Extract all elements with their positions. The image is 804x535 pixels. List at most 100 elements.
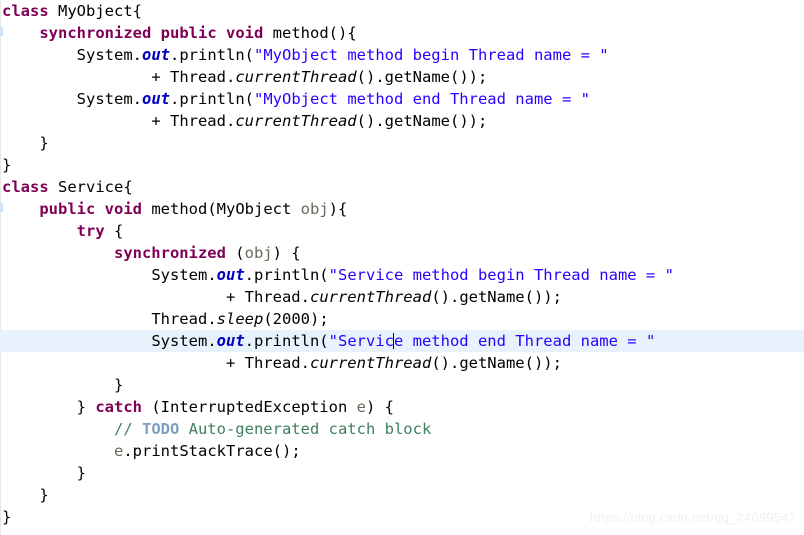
paren-open: (	[225, 244, 245, 262]
static-method-currentthread: currentThread	[309, 354, 432, 372]
method-signature-open: method(	[151, 200, 217, 218]
call-tail: ());	[524, 354, 562, 372]
comment-text: Auto-generated catch block	[179, 420, 432, 438]
dot: .	[207, 266, 217, 284]
method-declaration: method(){	[272, 24, 357, 42]
string-literal: "MyObject method end Thread name = "	[254, 90, 590, 108]
dot: .	[132, 46, 142, 64]
call-tail: ();	[272, 442, 301, 460]
keyword-public: public	[39, 200, 96, 218]
type-thread: Thread	[169, 112, 226, 130]
paren-close-brace: ) {	[272, 244, 301, 262]
method-printstacktrace: printStackTrace	[132, 442, 273, 460]
code-line[interactable]: class Service{	[0, 176, 804, 198]
method-signature-close: ){	[328, 200, 348, 218]
call-close: ().	[356, 112, 385, 130]
brace-open: {	[123, 178, 133, 196]
type-myobject: MyObject	[216, 200, 292, 218]
code-line[interactable]: + Thread.currentThread().getName());	[0, 66, 804, 88]
println-call: .println(	[170, 90, 254, 108]
keyword-synchronized: synchronized	[113, 244, 226, 262]
type-thread: Thread	[151, 310, 208, 328]
code-line[interactable]: }	[0, 484, 804, 506]
parameter-obj: obj	[300, 200, 329, 218]
code-editor-viewport[interactable]: class MyObject{ synchronized public void…	[0, 0, 804, 535]
code-line[interactable]: + Thread.currentThread().getName());	[0, 352, 804, 374]
code-line[interactable]: Thread.sleep(2000);	[0, 308, 804, 330]
method-getname: getName	[459, 354, 525, 372]
dot: .	[300, 288, 310, 306]
code-line[interactable]: try {	[0, 220, 804, 242]
brace-close-before-catch: }	[76, 398, 96, 416]
dot: .	[207, 310, 217, 328]
comment-slashes: //	[113, 420, 142, 438]
code-line[interactable]: // TODO Auto-generated catch block	[0, 418, 804, 440]
type-system: System	[151, 332, 208, 350]
code-text-area[interactable]: class MyObject{ synchronized public void…	[0, 0, 804, 528]
brace-close: }	[76, 464, 86, 482]
type-thread: Thread	[169, 68, 226, 86]
code-line-active[interactable]: System.out.println("Service method end T…	[0, 330, 804, 352]
plus-operator: +	[151, 112, 170, 130]
static-method-currentthread: currentThread	[235, 112, 357, 130]
keyword-try: try	[76, 222, 105, 240]
static-field-out: out	[216, 332, 245, 350]
parameter-obj: obj	[244, 244, 273, 262]
code-line[interactable]: }	[0, 374, 804, 396]
dot: .	[123, 442, 133, 460]
method-getname: getName	[384, 68, 450, 86]
code-line[interactable]: System.out.println("Service method begin…	[0, 264, 804, 286]
brace-open: {	[132, 2, 143, 20]
code-line[interactable]: }	[0, 462, 804, 484]
brace-close: }	[39, 134, 49, 152]
brace-close: }	[39, 486, 49, 504]
static-method-sleep: sleep	[216, 310, 264, 328]
static-field-out: out	[142, 90, 170, 108]
code-line[interactable]: class MyObject{	[0, 0, 804, 22]
code-line[interactable]: System.out.println("MyObject method end …	[0, 88, 804, 110]
println-call: .println(	[244, 332, 329, 350]
call-close: ().	[431, 288, 460, 306]
code-line[interactable]: e.printStackTrace();	[0, 440, 804, 462]
keyword-class: class	[2, 2, 49, 20]
method-getname: getName	[384, 112, 450, 130]
number-literal: 2000	[272, 310, 310, 328]
keyword-catch: catch	[95, 398, 142, 416]
type-system: System	[76, 46, 133, 64]
type-thread: Thread	[244, 288, 301, 306]
code-line[interactable]: }	[0, 132, 804, 154]
static-field-out: out	[216, 266, 245, 284]
plus-operator: +	[225, 288, 245, 306]
keyword-void: void	[104, 200, 142, 218]
code-line[interactable]: public void method(MyObject obj){	[0, 198, 804, 220]
dot: .	[300, 354, 310, 372]
method-getname: getName	[459, 288, 525, 306]
code-line[interactable]: + Thread.currentThread().getName());	[0, 110, 804, 132]
code-line[interactable]: + Thread.currentThread().getName());	[0, 286, 804, 308]
string-literal-part-a: "Servic	[328, 332, 394, 350]
type-interruptedexception: InterruptedException	[160, 398, 348, 416]
dot: .	[225, 112, 236, 130]
todo-tag: TODO	[141, 420, 180, 438]
code-line[interactable]: System.out.println("MyObject method begi…	[0, 44, 804, 66]
code-line[interactable]: } catch (InterruptedException e) {	[0, 396, 804, 418]
exception-variable: e	[113, 442, 124, 460]
static-method-currentthread: currentThread	[309, 288, 432, 306]
brace-close: }	[113, 376, 124, 394]
call-close: ().	[356, 68, 385, 86]
code-line[interactable]: synchronized public void method(){	[0, 22, 804, 44]
type-system: System	[76, 90, 133, 108]
plus-operator: +	[151, 68, 170, 86]
code-line[interactable]: synchronized (obj) {	[0, 242, 804, 264]
static-field-out: out	[142, 46, 170, 64]
code-line[interactable]: }	[0, 154, 804, 176]
paren-open: (	[263, 310, 273, 328]
string-literal: "Service method begin Thread name = "	[328, 266, 674, 284]
